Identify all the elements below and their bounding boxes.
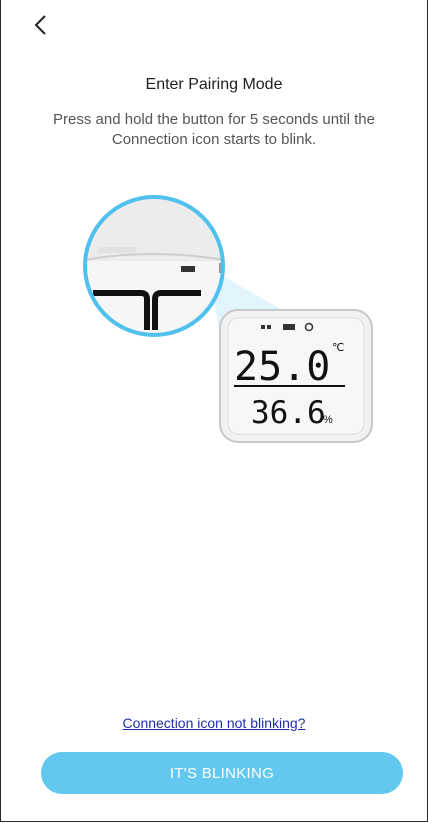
pairing-instructions: Press and hold the button for 5 seconds … bbox=[53, 111, 375, 148]
page-title: Enter Pairing Mode bbox=[145, 76, 283, 93]
chevron-left-icon bbox=[34, 15, 46, 35]
humidity-value: 36.6 bbox=[251, 395, 326, 431]
temperature-value: 25.0 bbox=[234, 344, 330, 390]
screen-frame: Enter Pairing Mode Press and hold the bu… bbox=[0, 0, 428, 822]
back-button[interactable] bbox=[31, 12, 57, 42]
battery-icon bbox=[283, 324, 295, 330]
sensor-device: 25.0 ℃ 36.6 % bbox=[219, 309, 373, 443]
temperature-unit: ℃ bbox=[332, 342, 344, 354]
zoom-detail bbox=[83, 195, 225, 337]
zoomed-battery-icon bbox=[181, 266, 195, 272]
its-blinking-button[interactable]: IT'S BLINKING bbox=[41, 752, 403, 794]
device-illustration: 25.0 ℃ 36.6 % bbox=[83, 195, 373, 443]
humidity-unit: % bbox=[323, 414, 333, 426]
connection-help-link[interactable]: Connection icon not blinking? bbox=[1, 715, 427, 731]
